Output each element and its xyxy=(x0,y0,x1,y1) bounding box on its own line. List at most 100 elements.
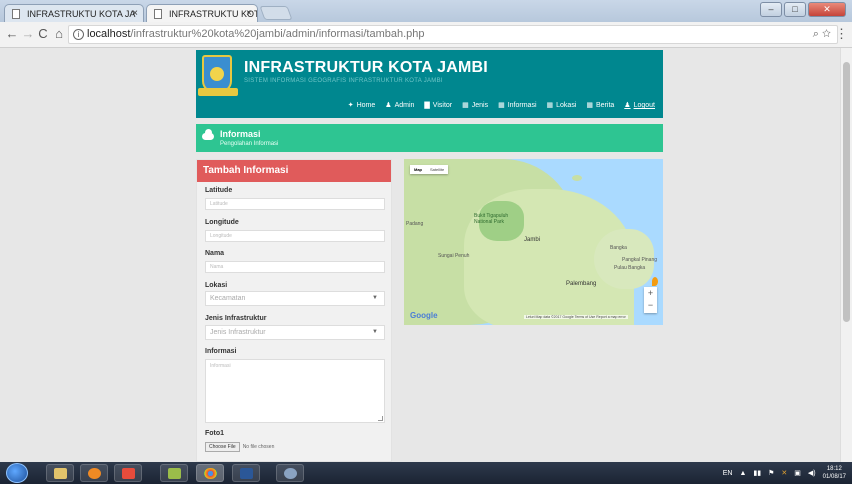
chart-icon: ▇ xyxy=(424,102,430,109)
battery-icon[interactable]: ▣ xyxy=(794,469,801,477)
add-info-form: Tambah Informasi Latitude Latitude Longi… xyxy=(196,159,392,462)
nav-jenis[interactable]: ▦ Jenis xyxy=(462,101,488,109)
map-island xyxy=(572,175,582,181)
nav-visitor[interactable]: ▇ Visitor xyxy=(424,101,452,109)
browser-tab-1[interactable]: INFRASTRUKTU KOTA JA × xyxy=(4,4,144,22)
section-banner: Informasi Pengolahan Informasi xyxy=(196,124,663,152)
zoom-out-button[interactable]: − xyxy=(644,299,657,311)
file-picker: Choose File No file chosen xyxy=(205,442,274,452)
tab-close-icon[interactable]: × xyxy=(132,5,138,22)
map-tab-satellite[interactable]: Satellite xyxy=(426,165,448,174)
start-button[interactable] xyxy=(6,463,28,483)
map-tab-map[interactable]: Map xyxy=(410,165,426,174)
user-icon: ♟ xyxy=(385,102,392,109)
clock-time: 18:12 xyxy=(826,466,842,472)
longitude-input[interactable]: Longitude xyxy=(205,230,385,242)
tray-arrow-icon[interactable]: ▲ xyxy=(739,470,746,477)
nama-label: Nama xyxy=(205,250,225,257)
lokasi-label: Lokasi xyxy=(205,282,228,289)
reload-icon[interactable]: C xyxy=(35,26,51,42)
site-subtitle: SISTEM INFORMASI GEOGRAFIS INFRASTRUKTUR… xyxy=(244,78,443,84)
chevron-down-icon: ▼ xyxy=(372,295,378,301)
taskbar-app[interactable] xyxy=(80,464,108,482)
taskbar-explorer[interactable] xyxy=(46,464,74,482)
taskbar-word[interactable] xyxy=(232,464,260,482)
nav-admin[interactable]: ♟ Admin xyxy=(385,101,414,109)
taskbar-app[interactable] xyxy=(160,464,188,482)
word-icon xyxy=(240,468,253,479)
browser-toolbar: ← → C ⌂ i localhost/infrastruktur%20kota… xyxy=(0,22,852,48)
taskbar-app[interactable] xyxy=(276,464,304,482)
logo-ribbon xyxy=(198,88,238,96)
taskbar-app[interactable] xyxy=(114,464,142,482)
jenis-select[interactable]: Jenis Infrastruktur ▼ xyxy=(205,325,385,340)
page-icon xyxy=(154,9,162,19)
new-tab-button[interactable] xyxy=(259,6,293,20)
folder-icon xyxy=(54,468,67,479)
language-indicator[interactable]: EN xyxy=(723,470,733,477)
network-icon[interactable]: ✕ xyxy=(781,469,787,477)
map-label: Padang xyxy=(406,221,424,227)
page-scrollbar[interactable] xyxy=(840,48,852,462)
informasi-textarea[interactable]: Informasi xyxy=(205,359,385,423)
browser-tab-title: INFRASTRUKTU KOTA JA xyxy=(169,9,257,19)
latitude-input[interactable]: Latitude xyxy=(205,198,385,210)
site-title: INFRASTRUKTUR KOTA JAMBI xyxy=(244,59,488,76)
taskbar-chrome[interactable] xyxy=(196,464,224,482)
nav-logout[interactable]: ♟ Logout xyxy=(624,101,655,109)
chrome-icon xyxy=(204,468,217,479)
map-type-control: Map Satellite xyxy=(410,165,449,174)
resize-handle-icon[interactable] xyxy=(378,416,383,421)
nama-input[interactable]: Nama xyxy=(205,261,385,273)
info-icon[interactable]: i xyxy=(73,29,84,40)
map-label: Bukit Tigapuluh National Park xyxy=(474,213,509,225)
main-nav: ✦ Home ♟ Admin ▇ Visitor ▦ Jenis ▦ Informasi … xyxy=(348,101,655,109)
browser-tab-2[interactable]: INFRASTRUKTU KOTA JA × xyxy=(146,4,258,22)
user-icon: ♟ xyxy=(624,102,631,109)
cloud-icon xyxy=(202,129,214,140)
zoom-in-button[interactable]: + xyxy=(644,287,657,299)
grid-icon: ▦ xyxy=(546,102,554,109)
map-label: Pulau Bangka xyxy=(614,265,646,271)
map-zoom-control: + − xyxy=(644,287,657,313)
grid-icon: ▦ xyxy=(462,102,469,109)
volume-icon[interactable]: ◀) xyxy=(808,469,816,477)
map-marker-icon[interactable] xyxy=(652,277,658,286)
map-label: Palembang xyxy=(566,281,597,287)
home-icon: ✦ xyxy=(347,102,354,109)
latitude-label: Latitude xyxy=(205,187,233,194)
foto-label: Foto1 xyxy=(205,430,225,437)
maximize-button[interactable]: □ xyxy=(784,2,806,17)
grid-icon: ▦ xyxy=(586,102,593,109)
star-icon[interactable]: ☆ xyxy=(822,28,831,40)
lokasi-select[interactable]: Kecamatan ▼ xyxy=(205,291,385,306)
google-logo: Google xyxy=(410,311,438,320)
omnibox-actions: ⌕ ☆ xyxy=(813,26,831,43)
nav-lokasi[interactable]: ▦ Lokasi xyxy=(547,101,577,109)
map-view[interactable]: Map Satellite Jambi Bukit Tigapuluh Nati… xyxy=(404,159,663,325)
flag-icon[interactable]: ⚑ xyxy=(768,469,774,477)
scrollbar-thumb[interactable] xyxy=(843,62,850,322)
nav-informasi[interactable]: ▦ Informasi xyxy=(498,101,536,109)
app-icon xyxy=(284,468,297,479)
forward-icon[interactable]: → xyxy=(20,26,36,42)
jenis-label: Jenis Infrastruktur xyxy=(205,315,267,322)
signal-icon[interactable]: ▮▮ xyxy=(753,469,761,477)
nav-berita[interactable]: ▦ Berita xyxy=(586,101,614,109)
home-icon[interactable]: ⌂ xyxy=(51,26,67,42)
nav-home[interactable]: ✦ Home xyxy=(348,101,376,109)
zoom-icon[interactable]: ⌕ xyxy=(813,28,819,40)
address-bar[interactable]: i localhost/infrastruktur%20kota%20jambi… xyxy=(68,25,838,44)
page-viewport: INFRASTRUKTUR KOTA JAMBI SISTEM INFORMAS… xyxy=(0,48,852,462)
jenis-selected: Jenis Infrastruktur xyxy=(210,329,266,336)
minimize-button[interactable]: – xyxy=(760,2,782,17)
browser-menu-icon[interactable]: ⋮ xyxy=(835,26,848,42)
taskbar-clock[interactable]: 18:12 01/08/17 xyxy=(823,465,846,481)
tab-close-icon[interactable]: × xyxy=(246,5,252,22)
browser-tabstrip: INFRASTRUKTU KOTA JA × INFRASTRUKTU KOTA… xyxy=(0,0,852,22)
site-header: INFRASTRUKTUR KOTA JAMBI SISTEM INFORMAS… xyxy=(196,50,663,118)
map-attribution[interactable]: Leluri Map data ©2017 Google Terms of Us… xyxy=(524,315,628,319)
back-icon[interactable]: ← xyxy=(4,26,20,42)
close-window-button[interactable]: ✕ xyxy=(808,2,846,17)
choose-file-button[interactable]: Choose File xyxy=(205,442,240,452)
